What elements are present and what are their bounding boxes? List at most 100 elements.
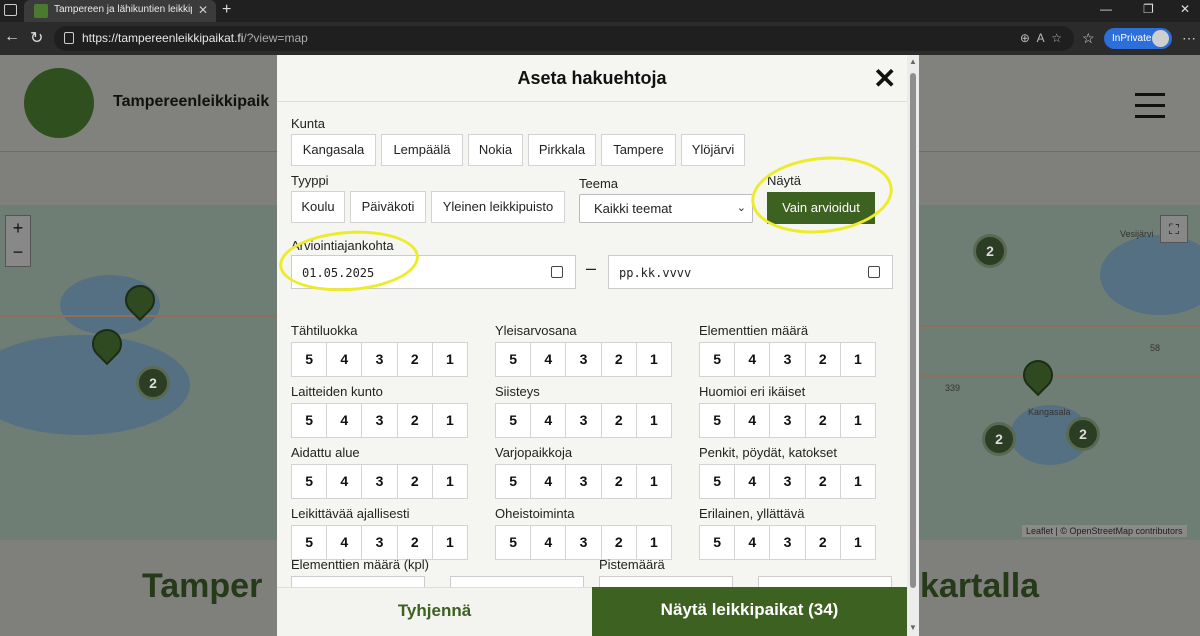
rating-button[interactable]: 3 [565, 464, 602, 499]
chip-kangasala[interactable]: Kangasala [291, 134, 376, 166]
site-logo[interactable] [24, 68, 94, 138]
chip-nokia[interactable]: Nokia [468, 134, 523, 166]
rating-button[interactable]: 3 [361, 464, 398, 499]
rating-button[interactable]: 1 [839, 464, 877, 499]
rating-button[interactable]: 4 [734, 403, 771, 438]
map-cluster[interactable]: 2 [982, 422, 1016, 456]
close-tab-icon[interactable]: ✕ [198, 3, 208, 17]
rating-button[interactable]: 1 [431, 525, 469, 560]
rating-button[interactable]: 5 [699, 403, 736, 438]
zoom-control[interactable]: + − [5, 215, 31, 267]
menu-icon[interactable] [1135, 93, 1165, 126]
rating-button[interactable]: 1 [431, 464, 469, 499]
scroll-down-icon[interactable]: ▼ [909, 623, 917, 632]
sidebar-toggle-icon[interactable] [4, 4, 17, 16]
date-to-input[interactable]: pp.kk.vvvv [608, 255, 893, 289]
rating-button[interactable]: 1 [839, 342, 877, 377]
rating-button[interactable]: 2 [804, 525, 841, 560]
restore-icon[interactable]: ❐ [1143, 2, 1154, 16]
rating-button[interactable]: 4 [734, 342, 771, 377]
rating-button[interactable]: 1 [431, 342, 469, 377]
rating-button[interactable]: 5 [495, 342, 532, 377]
rating-button[interactable]: 2 [396, 525, 433, 560]
rating-button[interactable]: 3 [565, 403, 602, 438]
rating-button[interactable]: 4 [530, 342, 567, 377]
new-tab-icon[interactable]: + [222, 1, 231, 19]
clear-button[interactable]: Tyhjennä [277, 587, 592, 636]
rating-button[interactable]: 5 [291, 403, 328, 438]
rating-button[interactable]: 4 [530, 464, 567, 499]
rating-button[interactable]: 2 [804, 464, 841, 499]
rating-button[interactable]: 1 [635, 403, 673, 438]
chip-paivakoti[interactable]: Päiväkoti [350, 191, 426, 223]
rating-button[interactable]: 5 [291, 342, 328, 377]
rating-button[interactable]: 4 [530, 403, 567, 438]
rating-button[interactable]: 2 [804, 342, 841, 377]
modal-scrollbar[interactable]: ▲ ▼ [907, 55, 919, 636]
teema-select[interactable]: Kaikki teemat ⌄ [579, 194, 753, 223]
rating-button[interactable]: 2 [600, 342, 637, 377]
rating-button[interactable]: 5 [291, 464, 328, 499]
chip-yleinen-leikkipuisto[interactable]: Yleinen leikkipuisto [431, 191, 565, 223]
rating-button[interactable]: 4 [326, 403, 363, 438]
scroll-up-icon[interactable]: ▲ [909, 57, 917, 66]
close-icon[interactable]: ✕ [873, 62, 896, 95]
favorites-icon[interactable]: ☆ [1082, 30, 1095, 47]
map-cluster[interactable]: 2 [1066, 417, 1100, 451]
show-playgrounds-button[interactable]: Näytä leikkipaikat (34) [592, 587, 907, 636]
address-bar-icons[interactable]: ⊕ A ☆ [1020, 31, 1062, 45]
rating-button[interactable]: 3 [769, 342, 806, 377]
rating-button[interactable]: 4 [530, 525, 567, 560]
rating-button[interactable]: 5 [495, 525, 532, 560]
rating-button[interactable]: 1 [635, 525, 673, 560]
rating-button[interactable]: 1 [635, 464, 673, 499]
rating-button[interactable]: 2 [804, 403, 841, 438]
rating-button[interactable]: 3 [769, 525, 806, 560]
rating-button[interactable]: 2 [600, 464, 637, 499]
more-menu-icon[interactable]: ⋯ [1182, 30, 1196, 47]
rating-button[interactable]: 4 [734, 525, 771, 560]
rating-button[interactable]: 1 [635, 342, 673, 377]
rating-button[interactable]: 1 [839, 403, 877, 438]
rating-button[interactable]: 4 [326, 342, 363, 377]
rating-button[interactable]: 2 [600, 403, 637, 438]
chip-ylojarvi[interactable]: Ylöjärvi [681, 134, 745, 166]
rating-button[interactable]: 5 [495, 403, 532, 438]
rating-button[interactable]: 3 [769, 403, 806, 438]
rating-button[interactable]: 4 [326, 464, 363, 499]
rating-button[interactable]: 3 [769, 464, 806, 499]
rating-button[interactable]: 4 [326, 525, 363, 560]
scrollbar-thumb[interactable] [910, 73, 916, 588]
map-attribution[interactable]: Leaflet | © OpenStreetMap contributors [1022, 525, 1187, 537]
fullscreen-icon[interactable]: ⛶ [1160, 215, 1188, 243]
rating-button[interactable]: 5 [291, 525, 328, 560]
rating-button[interactable]: 5 [699, 525, 736, 560]
back-icon[interactable]: ← [4, 28, 20, 46]
chip-lempaala[interactable]: Lempäälä [381, 134, 463, 166]
rating-button[interactable]: 3 [565, 525, 602, 560]
rating-button[interactable]: 1 [431, 403, 469, 438]
chip-tampere[interactable]: Tampere [601, 134, 676, 166]
browser-tab[interactable]: Tampereen ja lähikuntien leikkipu ✕ [24, 0, 216, 22]
rating-button[interactable]: 3 [361, 342, 398, 377]
rating-button[interactable]: 2 [396, 342, 433, 377]
refresh-icon[interactable]: ↻ [30, 28, 43, 48]
rating-button[interactable]: 2 [396, 403, 433, 438]
rating-button[interactable]: 3 [565, 342, 602, 377]
minimize-icon[interactable]: — [1100, 2, 1112, 16]
address-bar[interactable]: https://tampereenleikkipaikat.fi/?view=m… [54, 26, 1074, 51]
calendar-icon[interactable] [551, 266, 563, 278]
chip-pirkkala[interactable]: Pirkkala [528, 134, 596, 166]
rating-button[interactable]: 2 [600, 525, 637, 560]
calendar-icon[interactable] [868, 266, 880, 278]
rating-button[interactable]: 5 [495, 464, 532, 499]
map-cluster[interactable]: 2 [136, 366, 170, 400]
rating-button[interactable]: 5 [699, 342, 736, 377]
rating-button[interactable]: 3 [361, 403, 398, 438]
site-title[interactable]: Tampereenleikkipaik [113, 93, 269, 111]
rating-button[interactable]: 3 [361, 525, 398, 560]
inprivate-badge[interactable]: InPrivate [1104, 28, 1172, 49]
chip-koulu[interactable]: Koulu [291, 191, 345, 223]
playground-pin-icon[interactable] [1016, 353, 1060, 397]
rating-button[interactable]: 4 [734, 464, 771, 499]
